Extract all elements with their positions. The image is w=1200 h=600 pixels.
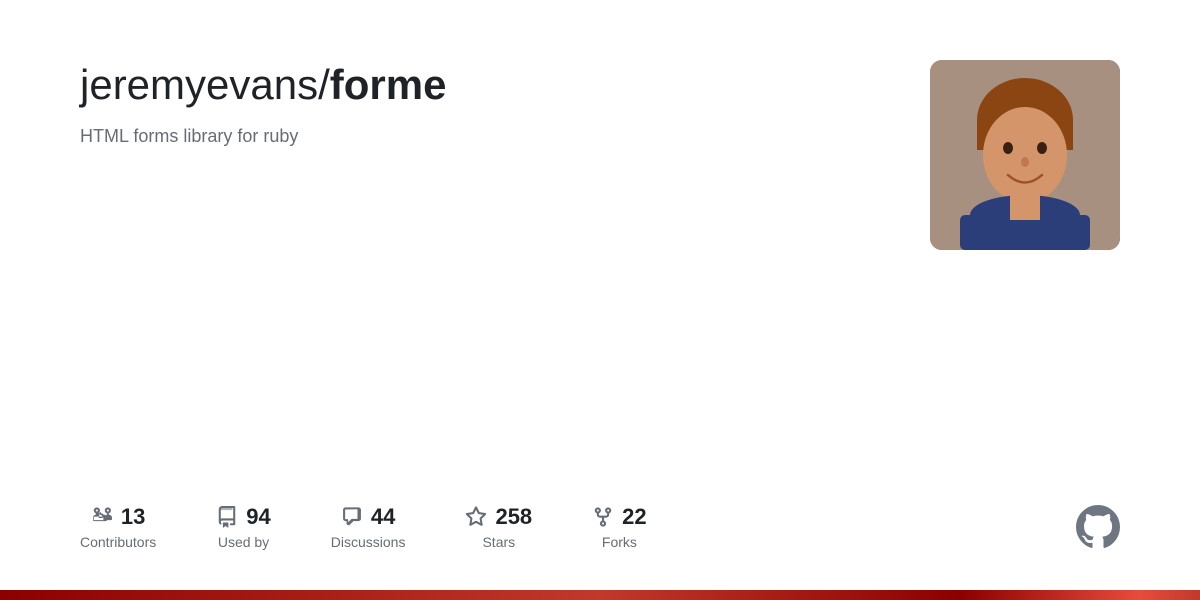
discussions-count: 44 <box>371 504 395 530</box>
stat-item-forks[interactable]: 22 Forks <box>592 504 646 550</box>
title-area: jeremyevans/forme HTML forms library for… <box>80 60 446 147</box>
main-content: jeremyevans/forme HTML forms library for… <box>0 0 1200 590</box>
avatar-svg <box>930 60 1120 250</box>
stat-item-stars[interactable]: 258 Stars <box>465 504 532 550</box>
avatar <box>930 60 1120 250</box>
repo-title: jeremyevans/forme <box>80 60 446 110</box>
repo-owner[interactable]: jeremyevans/ <box>80 61 330 108</box>
used-by-label: Used by <box>218 534 269 550</box>
forks-count: 22 <box>622 504 646 530</box>
discussions-icon <box>341 506 363 528</box>
used-by-count: 94 <box>246 504 270 530</box>
stats-section: 13 Contributors 94 Used by <box>80 464 1120 550</box>
stat-top-discussions: 44 <box>341 504 395 530</box>
github-icon-container[interactable] <box>1076 505 1120 549</box>
repo-name[interactable]: forme <box>330 61 447 108</box>
repo-description: HTML forms library for ruby <box>80 126 446 147</box>
bottom-bar <box>0 590 1200 600</box>
stat-top-forks: 22 <box>592 504 646 530</box>
github-icon <box>1076 505 1120 549</box>
contributors-count: 13 <box>121 504 145 530</box>
discussions-label: Discussions <box>331 534 406 550</box>
stat-top-contributors: 13 <box>91 504 145 530</box>
stat-top-used-by: 94 <box>216 504 270 530</box>
stat-item-discussions[interactable]: 44 Discussions <box>331 504 406 550</box>
stat-item-used-by[interactable]: 94 Used by <box>216 504 270 550</box>
stars-label: Stars <box>482 534 515 550</box>
header-section: jeremyevans/forme HTML forms library for… <box>80 60 1120 250</box>
avatar-image <box>930 60 1120 250</box>
forks-icon <box>592 506 614 528</box>
used-by-icon <box>216 506 238 528</box>
forks-label: Forks <box>602 534 637 550</box>
stat-item-contributors[interactable]: 13 Contributors <box>80 504 156 550</box>
contributors-icon <box>91 506 113 528</box>
contributors-label: Contributors <box>80 534 156 550</box>
stat-top-stars: 258 <box>465 504 532 530</box>
stars-count: 258 <box>495 504 532 530</box>
stars-icon <box>465 506 487 528</box>
